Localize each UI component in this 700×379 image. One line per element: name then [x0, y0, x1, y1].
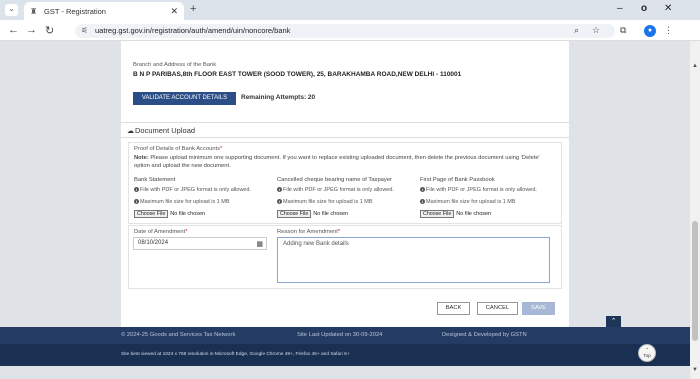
no-file-text: No file chosen: [313, 211, 349, 217]
minimize-button[interactable]: –: [617, 3, 623, 14]
site-info-icon[interactable]: ⚟: [81, 24, 88, 38]
reload-icon[interactable]: ↻: [45, 24, 54, 37]
upload-note: Note: Please upload minimum one supporti…: [134, 155, 556, 170]
cancelled-cheque-file-input[interactable]: Choose File No file chosen: [277, 210, 348, 218]
note-text: Please upload minimum one supporting doc…: [134, 155, 540, 169]
scroll-down-icon[interactable]: ▼: [692, 367, 698, 373]
cloud-upload-icon: ☁: [127, 128, 134, 135]
validate-account-button[interactable]: VALIDATE ACCOUNT DETAILS: [133, 92, 236, 105]
maximize-button[interactable]: o: [641, 3, 647, 14]
branch-address-value: B N P PARIBAS,8th FLOOR EAST TOWER (SOOD…: [133, 71, 462, 78]
format-info: i File with PDF or JPEG format is only al…: [134, 187, 251, 193]
date-of-amendment-label: Date of Amendment*: [134, 229, 188, 235]
copyright-text: © 2024-25 Goods and Services Tax Network: [121, 332, 236, 338]
best-viewed-text: Site best viewed at 1024 x 768 resolutio…: [121, 352, 350, 357]
size-info: i Maximum file size for upload is 1 MB: [277, 199, 373, 205]
close-window-button[interactable]: ✕: [664, 3, 672, 14]
cancelled-cheque-label: Cancelled cheque bearing name of Taxpaye…: [277, 177, 392, 183]
new-tab-button[interactable]: +: [190, 3, 196, 15]
bookmark-star-icon[interactable]: ☆: [592, 25, 600, 36]
tab-search-icon[interactable]: ⌄: [5, 4, 18, 16]
browser-menu-icon[interactable]: ⋮: [664, 25, 673, 36]
last-updated-text: Site Last Updated on 30-09-2024: [297, 332, 383, 338]
no-file-text: No file chosen: [456, 211, 492, 217]
reason-label: Reason for Amendment*: [277, 229, 341, 235]
required-asterisk: *: [185, 229, 188, 235]
scrollbar-thumb[interactable]: [692, 221, 698, 341]
reason-textarea[interactable]: Adding new Bank details: [277, 237, 550, 283]
scroll-up-chevron-icon[interactable]: ⌃: [606, 316, 621, 327]
choose-file-button[interactable]: Choose File: [277, 210, 312, 218]
date-of-amendment-input[interactable]: 08/10/2024 ▦: [133, 237, 267, 250]
info-icon: i: [277, 199, 282, 204]
url-text: uatreg.gst.gov.in/registration/auth/amen…: [95, 26, 291, 35]
profile-avatar-icon[interactable]: ●: [644, 25, 656, 37]
bank-statement-file-input[interactable]: Choose File No file chosen: [134, 210, 205, 218]
footer-bottom: Site best viewed at 1024 x 768 resolutio…: [0, 344, 690, 366]
tab-close-icon[interactable]: ✕: [170, 6, 178, 17]
bank-statement-label: Bank Statement: [134, 177, 176, 183]
remaining-attempts: Remaining Attempts: 20: [241, 94, 316, 101]
zoom-icon[interactable]: ⌕: [574, 25, 579, 36]
note-label: Note:: [134, 155, 149, 161]
gst-emblem-icon: ♜: [30, 6, 38, 16]
browser-tab[interactable]: ♜ GST - Registration ✕: [24, 2, 184, 20]
proof-label: Proof of Details of Bank Accounts*: [134, 146, 223, 152]
chevron-up-icon: ⌃: [645, 347, 649, 352]
format-info: i File with PDF or JPEG format is only al…: [420, 187, 537, 193]
required-asterisk: *: [337, 229, 341, 235]
required-asterisk: *: [220, 146, 223, 152]
back-to-top-button[interactable]: ⌃ Top: [638, 344, 656, 362]
back-arrow-icon[interactable]: ←: [8, 24, 19, 36]
branch-address-label: Branch and Address of the Bank: [133, 62, 217, 68]
info-icon: i: [134, 199, 139, 204]
cancel-button[interactable]: CANCEL: [477, 302, 518, 315]
forward-arrow-icon[interactable]: →: [26, 24, 37, 36]
back-button[interactable]: BACK: [437, 302, 470, 315]
size-info: i Maximum file size for upload is 1 MB: [420, 199, 516, 205]
footer-top: © 2024-25 Goods and Services Tax Network…: [0, 327, 690, 344]
choose-file-button[interactable]: Choose File: [420, 210, 455, 218]
no-file-text: No file chosen: [170, 211, 206, 217]
date-value: 08/10/2024: [138, 240, 169, 246]
choose-file-button[interactable]: Choose File: [134, 210, 169, 218]
scroll-up-icon[interactable]: ▲: [692, 63, 698, 69]
designed-by-text: Designed & Developed by GSTN: [442, 332, 527, 338]
top-label: Top: [643, 353, 651, 358]
info-icon: i: [420, 187, 425, 192]
page-scrollbar[interactable]: ▲ ▼: [690, 41, 700, 379]
address-bar[interactable]: ⚟ uatreg.gst.gov.in/registration/auth/am…: [75, 24, 615, 38]
size-info: i Maximum file size for upload is 1 MB: [134, 199, 230, 205]
document-upload-header: ☁Document Upload: [121, 122, 569, 138]
info-icon: i: [277, 187, 282, 192]
info-icon: i: [134, 187, 139, 192]
document-upload-title: Document Upload: [135, 126, 196, 135]
save-button[interactable]: SAVE: [522, 302, 555, 315]
passbook-label: First Page of Bank Passbook: [420, 177, 495, 183]
extensions-icon[interactable]: ⧉: [620, 25, 626, 36]
passbook-file-input[interactable]: Choose File No file chosen: [420, 210, 491, 218]
format-info: i File with PDF or JPEG format is only al…: [277, 187, 394, 193]
calendar-icon[interactable]: ▦: [256, 240, 263, 248]
tab-title: GST - Registration: [44, 6, 106, 16]
info-icon: i: [420, 199, 425, 204]
